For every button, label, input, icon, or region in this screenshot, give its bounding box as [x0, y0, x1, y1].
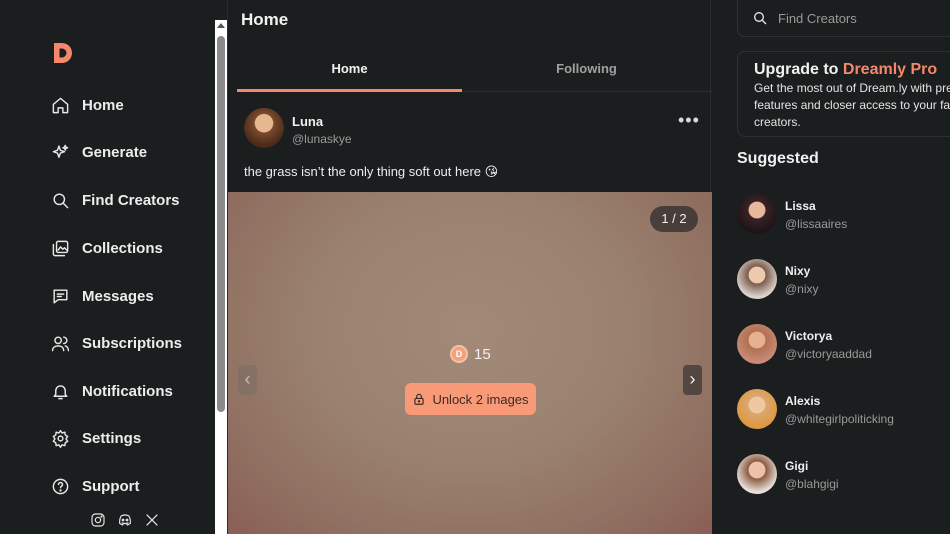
post-author-name[interactable]: Luna [292, 114, 323, 129]
more-options-icon[interactable]: ••• [678, 110, 700, 131]
lock-icon [414, 393, 425, 405]
help-icon [50, 476, 70, 496]
avatar[interactable] [737, 259, 777, 299]
sidebar-item-support[interactable]: Support [50, 471, 140, 501]
creator-handle: @whitegirlpoliticking [785, 412, 894, 426]
home-icon [50, 95, 70, 115]
sidebar-item-label: Settings [82, 429, 142, 447]
sparkles-icon [50, 142, 70, 162]
promo-title: Upgrade to Dreamly Pro [754, 61, 950, 79]
avatar[interactable] [244, 108, 284, 148]
chevron-left-icon[interactable]: ‹ [238, 365, 257, 395]
avatar[interactable] [737, 454, 777, 494]
price-value: 15 [474, 345, 491, 363]
creator-handle: @victoryaaddad [785, 347, 872, 361]
sidebar-item-label: Collections [82, 239, 163, 257]
sidebar-item-find-creators[interactable]: Find Creators [50, 185, 180, 215]
promo-body: Get the most out of Dream.ly with premiu… [754, 81, 950, 129]
sidebar-item-collections[interactable]: Collections [50, 233, 163, 263]
unlock-button[interactable]: Unlock 2 images [405, 383, 536, 415]
sidebar-item-subscriptions[interactable]: Subscriptions [50, 328, 182, 358]
suggested-title: Suggested [737, 150, 819, 167]
creator-handle: @lissaaires [785, 217, 848, 231]
post-author-handle[interactable]: @lunaskye [292, 132, 352, 146]
sidebar-item-label: Messages [82, 287, 154, 305]
creator-handle: @blahgigi [785, 477, 839, 491]
tab-home[interactable]: Home [237, 56, 462, 92]
creator-handle: @nixy [785, 282, 819, 296]
sidebar-item-label: Home [82, 96, 124, 114]
instagram-icon[interactable] [90, 512, 107, 529]
coin-icon: D [450, 345, 468, 363]
sidebar-item-messages[interactable]: Messages [50, 281, 154, 311]
sidebar-item-label: Notifications [82, 382, 173, 400]
sidebar-item-notifications[interactable]: Notifications [50, 376, 173, 406]
avatar[interactable] [737, 194, 777, 234]
creator-name: Gigi [785, 459, 809, 473]
post-media[interactable] [228, 192, 712, 534]
social-links [90, 512, 161, 529]
creator-name: Victorya [785, 329, 833, 343]
post-caption: the grass isn’t the only thing soft out … [244, 164, 499, 179]
collection-icon [50, 238, 70, 258]
chevron-right-icon[interactable]: › [683, 365, 702, 395]
search-input[interactable] [778, 10, 938, 26]
suggested-creator[interactable]: Alexis @whitegirlpoliticking [737, 389, 937, 429]
main-feed: Home Home Following Luna @lunaskye ••• t… [227, 0, 712, 534]
avatar[interactable] [737, 324, 777, 364]
unlock-price: D 15 [450, 345, 491, 363]
search-box [737, 0, 950, 37]
image-counter: 1 / 2 [650, 206, 698, 232]
discord-icon[interactable] [117, 512, 134, 529]
suggested-creator[interactable]: Victorya @victoryaaddad [737, 324, 937, 364]
sidebar-item-label: Subscriptions [82, 334, 183, 352]
creator-name: Lissa [785, 199, 816, 213]
search-icon [50, 190, 70, 210]
x-icon[interactable] [144, 512, 161, 529]
search-icon [754, 12, 767, 25]
dreamly-logo[interactable] [50, 40, 76, 66]
sidebar-item-label: Generate [82, 143, 148, 161]
message-icon [50, 286, 70, 306]
unlock-button-label: Unlock 2 images [432, 391, 529, 407]
scroll-up-arrow[interactable] [217, 23, 225, 28]
suggested-creator[interactable]: Gigi @blahgigi [737, 454, 937, 494]
tab-following[interactable]: Following [474, 56, 699, 92]
suggested-creator[interactable]: Nixy @nixy [737, 259, 937, 299]
upgrade-promo-card[interactable]: Upgrade to Dreamly Pro Get the most out … [737, 51, 950, 137]
sidebar-item-settings[interactable]: Settings [50, 423, 141, 453]
sidebar-item-label: Find Creators [82, 191, 180, 209]
sidebar-item-label: Support [82, 477, 140, 495]
avatar[interactable] [737, 389, 777, 429]
suggested-creator[interactable]: Lissa @lissaaires [737, 194, 937, 234]
sidebar-item-home[interactable]: Home [50, 90, 124, 120]
users-icon [50, 333, 70, 353]
sidebar-item-generate[interactable]: Generate [50, 137, 147, 167]
bell-icon [50, 381, 70, 401]
creator-name: Nixy [785, 264, 811, 278]
right-sidebar: Upgrade to Dreamly Pro Get the most out … [712, 0, 950, 534]
sidebar: Home Generate Find Creators Collections … [0, 0, 215, 534]
scrollbar-thumb[interactable] [217, 36, 225, 412]
creator-name: Alexis [785, 394, 821, 408]
promo-title-accent: Dreamly Pro [842, 61, 938, 78]
gear-icon [50, 428, 70, 448]
feed-tabs: Home Following [237, 56, 712, 92]
promo-title-prefix: Upgrade to [754, 61, 843, 78]
page-title: Home [241, 10, 289, 29]
